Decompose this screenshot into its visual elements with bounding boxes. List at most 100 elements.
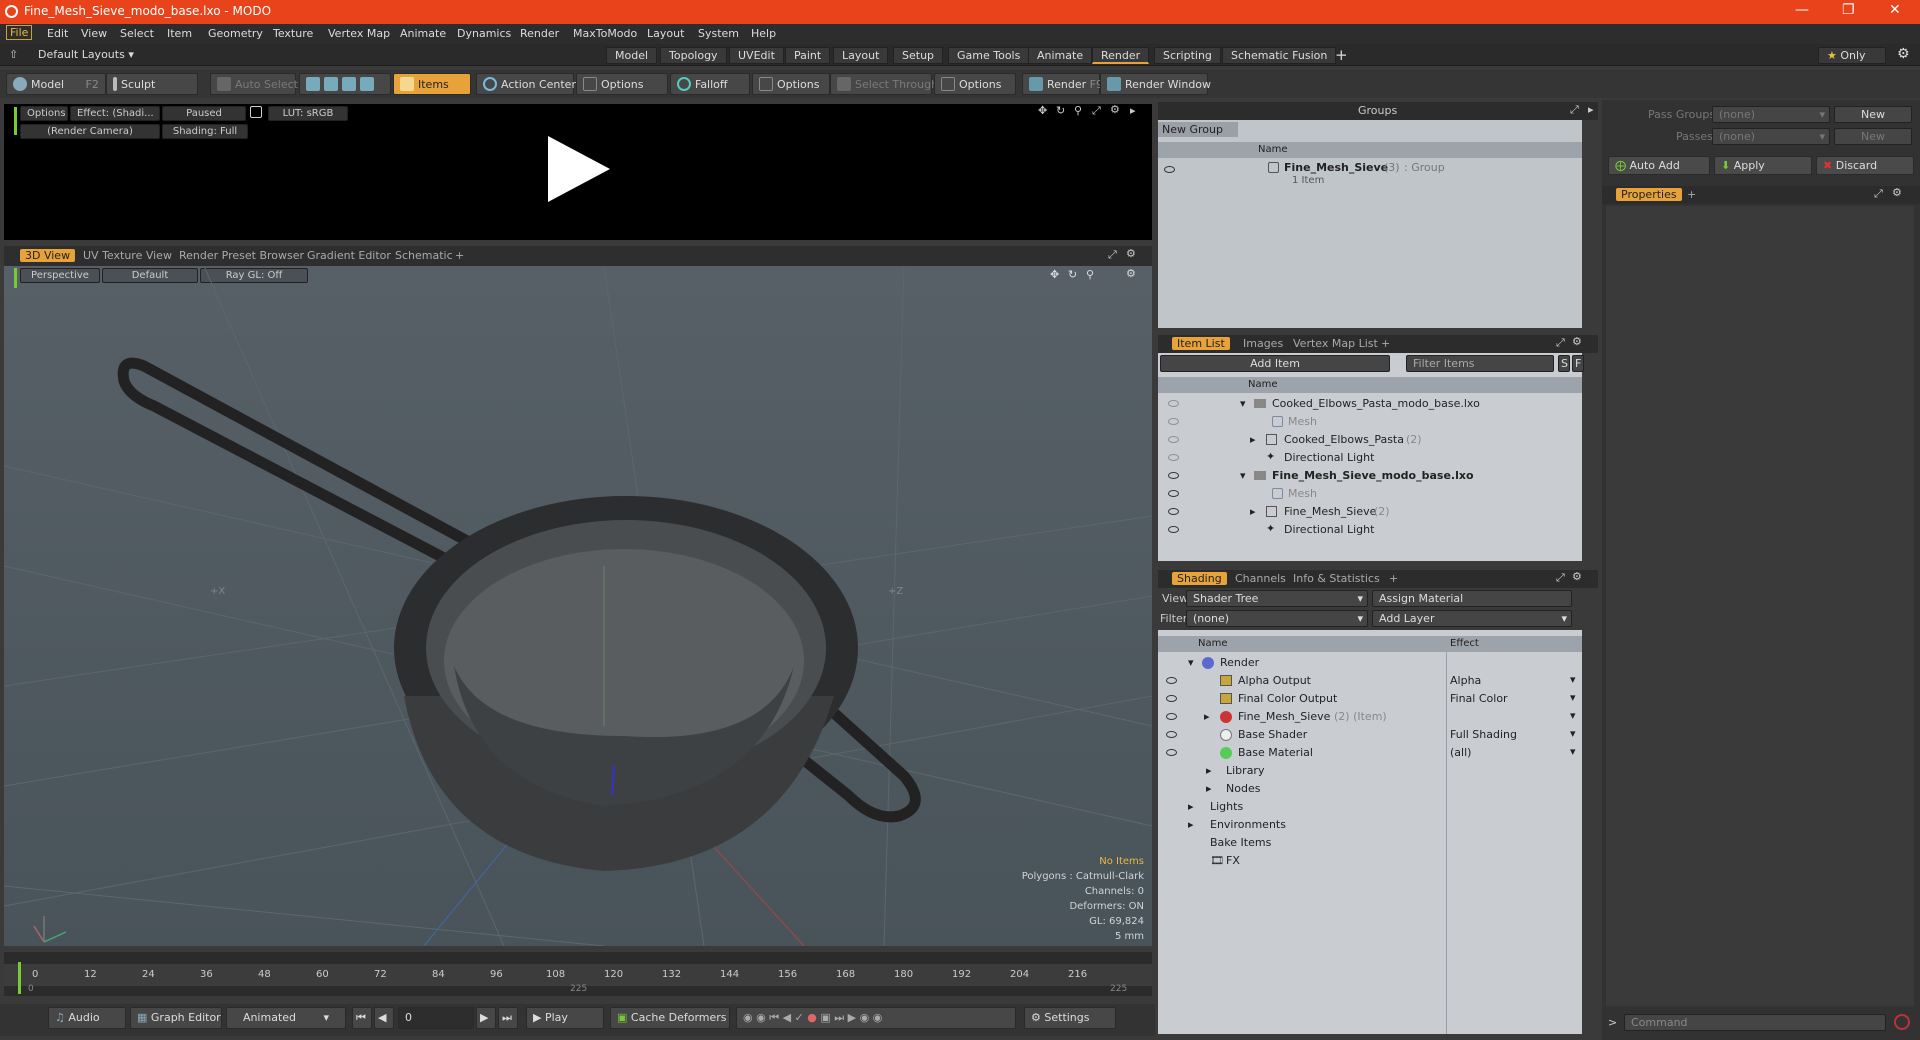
settings-icon[interactable]: ⚙ bbox=[1572, 570, 1582, 583]
items-button[interactable]: Items bbox=[393, 73, 471, 95]
go-start-button[interactable]: ⏮ bbox=[352, 1007, 372, 1029]
eye-icon[interactable] bbox=[1166, 749, 1177, 756]
menu-file[interactable]: File bbox=[6, 25, 33, 40]
falloff-options-button[interactable]: Options bbox=[752, 73, 830, 95]
new-group-button[interactable]: New Group bbox=[1158, 122, 1238, 137]
tab-vertex-map-list[interactable]: Vertex Map List bbox=[1288, 337, 1383, 350]
filter-s-button[interactable]: S bbox=[1558, 355, 1570, 372]
tab-info-statistics[interactable]: Info & Statistics bbox=[1288, 572, 1385, 585]
select-mode-group[interactable] bbox=[299, 73, 391, 95]
tab-uvedit[interactable]: UVEdit bbox=[729, 47, 784, 64]
assign-material-button[interactable]: Assign Material bbox=[1372, 590, 1572, 607]
passes-dropdown[interactable]: (none) ▾ bbox=[1712, 128, 1830, 145]
tab-schematic[interactable]: Schematic bbox=[390, 249, 458, 262]
chevron-down-icon[interactable]: ▾ bbox=[1570, 727, 1576, 740]
eye-icon[interactable] bbox=[1166, 713, 1177, 720]
tab-topology[interactable]: Topology bbox=[660, 47, 727, 64]
auto-select-button[interactable]: Auto Select bbox=[210, 73, 298, 95]
eye-icon[interactable] bbox=[1166, 731, 1177, 738]
timeline[interactable]: 0 12 24 36 48 60 72 84 96 108 120 132 14… bbox=[4, 952, 1152, 996]
menu-vertex-map[interactable]: Vertex Map bbox=[328, 27, 390, 40]
eye-icon[interactable] bbox=[1164, 166, 1175, 173]
add-view-tab-icon[interactable]: + bbox=[450, 249, 469, 262]
menu-view[interactable]: View bbox=[81, 27, 107, 40]
expand-icon[interactable]: ⤢ bbox=[1556, 336, 1565, 350]
filter-dropdown[interactable]: (none) ▾ bbox=[1186, 610, 1368, 627]
only-toggle[interactable]: ★ Only bbox=[1818, 47, 1886, 64]
expand-toggle-icon[interactable]: ▾ bbox=[1240, 469, 1246, 482]
menu-maxtomodo[interactable]: MaxToModo bbox=[573, 27, 637, 40]
go-end-button[interactable]: ⏭ bbox=[498, 1007, 518, 1029]
shader-row[interactable]: Base Material (all) ▾ bbox=[1158, 744, 1582, 762]
render-paused-button[interactable]: Paused bbox=[162, 106, 246, 121]
tab-render-preset-browser[interactable]: Render Preset Browser bbox=[174, 249, 309, 262]
chevron-down-icon[interactable]: ▾ bbox=[1570, 673, 1576, 686]
render-effect-dropdown[interactable]: Effect: (Shadi... bbox=[70, 106, 160, 121]
collapse-icon[interactable]: ⇧ bbox=[9, 48, 18, 61]
move-icon[interactable]: ✥ bbox=[1038, 104, 1047, 117]
tab-gradient-editor[interactable]: Gradient Editor bbox=[302, 249, 396, 262]
eye-icon[interactable] bbox=[1168, 472, 1179, 479]
render-button[interactable]: Render F9 bbox=[1022, 73, 1103, 95]
cache-deformers-button[interactable]: ▣ Cache Deformers bbox=[610, 1007, 730, 1029]
add-tab-icon[interactable]: + bbox=[1376, 337, 1395, 350]
settings-icon[interactable]: ⚙ bbox=[1126, 247, 1136, 260]
command-input[interactable]: Command bbox=[1624, 1014, 1886, 1031]
3d-viewport[interactable]: Perspective Default Ray GL: Off ✥ ↻ ⚲ ⚙ bbox=[4, 266, 1152, 946]
group-row[interactable]: Fine_Mesh_Sieve (3) : Group 1 Item bbox=[1158, 160, 1582, 190]
sculpt-button[interactable]: Sculpt bbox=[106, 73, 198, 95]
discard-button[interactable]: ✖ Discard bbox=[1816, 156, 1914, 175]
shader-row[interactable]: Bake Items bbox=[1158, 834, 1582, 852]
tab-shading[interactable]: Shading bbox=[1172, 572, 1227, 585]
play-icon[interactable] bbox=[544, 134, 612, 204]
filter-items-input[interactable]: Filter Items bbox=[1406, 355, 1554, 372]
lock-icon[interactable] bbox=[250, 106, 262, 118]
graph-editor-button[interactable]: ▦ Graph Editor bbox=[130, 1007, 222, 1029]
tab-images[interactable]: Images bbox=[1238, 337, 1288, 350]
expand-toggle-icon[interactable]: ▸ bbox=[1250, 505, 1256, 518]
model-button[interactable]: Model F2 bbox=[6, 73, 106, 95]
eye-icon[interactable] bbox=[1166, 677, 1177, 684]
render-window-button[interactable]: Render Window bbox=[1100, 73, 1211, 95]
tab-model[interactable]: Model bbox=[606, 47, 658, 64]
shader-row[interactable]: Base Shader Full Shading ▾ bbox=[1158, 726, 1582, 744]
chevron-down-icon[interactable]: ▾ bbox=[1570, 709, 1576, 722]
tab-render[interactable]: Render bbox=[1092, 47, 1150, 64]
render-preview[interactable]: Options Effect: (Shadi... Paused LUT: sR… bbox=[4, 103, 1152, 240]
expand-icon[interactable]: ⤢ bbox=[1556, 571, 1565, 585]
arrow-right-icon[interactable]: ▸ bbox=[1588, 103, 1594, 116]
shader-row[interactable]: ▸ Nodes bbox=[1158, 780, 1582, 798]
step-back-button[interactable]: ◀ bbox=[374, 1007, 394, 1029]
auto-add-button[interactable]: ⨁ Auto Add bbox=[1608, 156, 1710, 175]
view-dropdown[interactable]: Shader Tree ▾ bbox=[1186, 590, 1368, 607]
select-options-button[interactable]: Options bbox=[934, 73, 1016, 95]
shader-row[interactable]: 🎞 FX bbox=[1158, 852, 1582, 870]
expand-icon[interactable]: ⤢ bbox=[1874, 187, 1883, 201]
settings-button[interactable]: ⚙ Settings bbox=[1024, 1007, 1116, 1029]
render-camera-dropdown[interactable]: (Render Camera) bbox=[20, 124, 160, 139]
record-icon[interactable] bbox=[1894, 1014, 1910, 1030]
render-options-button[interactable]: Options bbox=[20, 106, 68, 121]
expand-icon[interactable]: ⤢ bbox=[1570, 103, 1579, 117]
add-tab-icon[interactable]: + bbox=[1384, 572, 1403, 585]
list-item[interactable]: ✦ Directional Light bbox=[1158, 521, 1582, 539]
list-item[interactable]: Mesh bbox=[1158, 485, 1582, 503]
eye-icon[interactable] bbox=[1168, 454, 1179, 461]
audio-button[interactable]: ♫ Audio bbox=[48, 1007, 126, 1029]
expand-toggle-icon[interactable]: ▸ bbox=[1188, 818, 1194, 831]
menu-geometry[interactable]: Geometry bbox=[208, 27, 263, 40]
tab-channels[interactable]: Channels bbox=[1230, 572, 1291, 585]
eye-icon[interactable] bbox=[1166, 695, 1177, 702]
shader-row[interactable]: ▸ Fine_Mesh_Sieve (2) (Item) ▾ bbox=[1158, 708, 1582, 726]
tab-3d-view[interactable]: 3D View bbox=[20, 249, 76, 262]
gear-icon[interactable]: ⚙ bbox=[1897, 46, 1910, 62]
eye-icon[interactable] bbox=[1168, 418, 1179, 425]
menu-layout[interactable]: Layout bbox=[647, 27, 684, 40]
tab-layout[interactable]: Layout bbox=[833, 47, 889, 64]
eye-icon[interactable] bbox=[1168, 508, 1179, 515]
list-item[interactable]: ▾ Cooked_Elbows_Pasta_modo_base.lxo bbox=[1158, 395, 1582, 413]
shading-dropdown[interactable]: Shading: Full bbox=[162, 124, 248, 139]
list-item[interactable]: ▾ Fine_Mesh_Sieve_modo_base.lxo bbox=[1158, 467, 1582, 485]
expand-toggle-icon[interactable]: ▾ bbox=[1188, 656, 1194, 669]
menu-select[interactable]: Select bbox=[120, 27, 154, 40]
